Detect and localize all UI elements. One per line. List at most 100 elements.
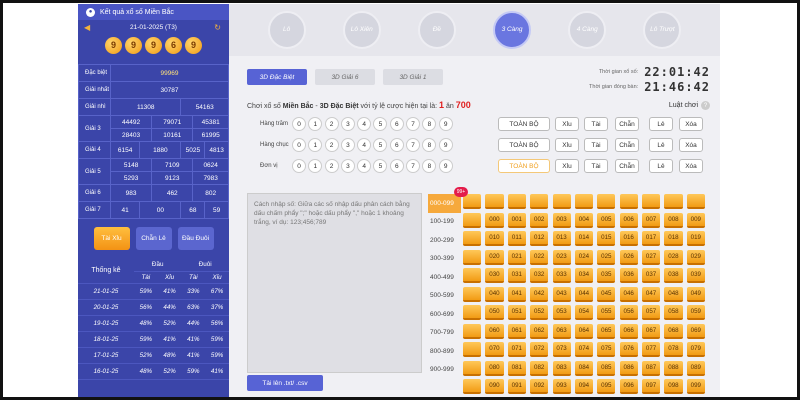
digit-button[interactable]: 5 (373, 159, 388, 173)
number-cell[interactable] (574, 194, 594, 209)
digit-button[interactable]: 9 (438, 138, 453, 152)
digit-button[interactable]: 7 (406, 159, 421, 173)
tab-3d-dac-biet[interactable]: 3D Đặc Biệt (247, 69, 307, 85)
number-cell[interactable]: 031 (507, 268, 526, 283)
number-cell[interactable]: 040 (485, 286, 504, 302)
digit-button[interactable]: 9 (438, 117, 453, 131)
number-cell[interactable]: 044 (574, 286, 594, 302)
tab-dau-duoi[interactable]: Đầu Đuôi (177, 227, 214, 250)
number-cell[interactable]: 082 (530, 360, 549, 376)
filter-tai-button[interactable]: Tài (584, 117, 608, 131)
number-cell[interactable]: 081 (507, 360, 526, 376)
number-cell[interactable] (507, 194, 526, 209)
number-cell[interactable]: 092 (530, 379, 549, 394)
digit-button[interactable]: 0 (292, 159, 306, 173)
number-cell[interactable]: 004 (574, 212, 594, 228)
digit-button[interactable]: 3 (340, 138, 355, 152)
digit-button[interactable]: 4 (357, 117, 372, 131)
number-cell[interactable] (619, 194, 638, 209)
filter-tai-button[interactable]: Tài (584, 138, 608, 152)
digit-button[interactable]: 1 (308, 159, 323, 173)
number-cell[interactable]: 060 (485, 323, 504, 339)
number-cell[interactable]: 001 (507, 212, 526, 228)
upload-file-button[interactable]: Tải lên .txt/ .csv (247, 375, 323, 391)
range-item[interactable]: 600-699 (428, 305, 461, 324)
range-item[interactable]: 400-499 (428, 268, 461, 287)
number-cell[interactable]: 084 (574, 360, 594, 376)
tab-chan-le[interactable]: Chẵn Lẻ (135, 227, 172, 250)
number-cell[interactable]: 090 (485, 379, 504, 394)
number-cell[interactable]: 022 (530, 249, 549, 265)
number-cell[interactable]: 036 (619, 268, 638, 283)
number-cell[interactable]: 076 (619, 342, 638, 357)
number-cell[interactable]: 020 (485, 249, 504, 265)
number-cell[interactable]: 097 (642, 379, 661, 394)
number-cell[interactable] (463, 342, 482, 357)
number-cell[interactable]: 017 (642, 231, 661, 246)
number-cell[interactable]: 032 (530, 268, 549, 283)
digit-button[interactable]: 7 (406, 117, 421, 131)
number-cell[interactable]: 035 (597, 268, 616, 283)
number-cell[interactable]: 055 (597, 305, 616, 320)
number-cell[interactable]: 000 (485, 212, 504, 228)
number-cell[interactable]: 053 (552, 305, 571, 320)
nav-lo-xien[interactable]: Lô Xiên (342, 11, 381, 49)
number-cell[interactable]: 075 (597, 342, 616, 357)
number-cell[interactable]: 054 (574, 305, 594, 320)
number-cell[interactable] (642, 194, 661, 209)
number-cell[interactable]: 064 (574, 323, 594, 339)
digit-button[interactable]: 4 (357, 159, 372, 173)
filter-le-button[interactable]: Lẻ (649, 159, 673, 173)
filter-le-button[interactable]: Lẻ (649, 138, 673, 152)
number-cell[interactable] (597, 194, 616, 209)
filter-xiu-button[interactable]: Xỉu (555, 138, 579, 152)
number-cell[interactable]: 033 (552, 268, 571, 283)
number-cell[interactable]: 041 (507, 286, 526, 302)
number-cell[interactable]: 085 (597, 360, 616, 376)
number-cell[interactable]: 089 (686, 360, 705, 376)
number-cell[interactable]: 051 (507, 305, 526, 320)
number-cell[interactable]: 068 (664, 323, 683, 339)
filter-xiu-button[interactable]: Xỉu (555, 159, 579, 173)
number-cell[interactable]: 018 (664, 231, 683, 246)
number-cell[interactable]: 046 (619, 286, 638, 302)
number-cell[interactable]: 077 (642, 342, 661, 357)
number-cell[interactable]: 026 (619, 249, 638, 265)
digit-button[interactable]: 3 (340, 159, 355, 173)
filter-chan-button[interactable]: Chẵn (615, 138, 639, 152)
range-item[interactable]: 500-599 (428, 287, 461, 306)
number-cell[interactable]: 010 (485, 231, 504, 246)
digit-button[interactable]: 1 (308, 138, 323, 152)
number-cell[interactable]: 006 (619, 212, 638, 228)
digit-button[interactable]: 7 (406, 138, 421, 152)
range-item[interactable]: 000-099 (428, 194, 461, 213)
filter-clear-button[interactable]: Xóa (679, 159, 703, 173)
number-cell[interactable]: 057 (642, 305, 661, 320)
number-cell[interactable]: 066 (619, 323, 638, 339)
number-cell[interactable]: 012 (530, 231, 549, 246)
number-cell[interactable]: 013 (552, 231, 571, 246)
digit-button[interactable]: 6 (389, 117, 404, 131)
number-cell[interactable] (463, 286, 482, 302)
filter-tai-button[interactable]: Tài (584, 159, 608, 173)
speaker-icon[interactable]: ◀ (84, 23, 90, 32)
nav-de[interactable]: Đề (417, 11, 456, 49)
digit-button[interactable]: 8 (422, 117, 437, 131)
number-cell[interactable]: 047 (642, 286, 661, 302)
range-item[interactable]: 100-199 (428, 213, 461, 232)
digit-button[interactable]: 0 (292, 138, 306, 152)
range-item[interactable]: 800-899 (428, 342, 461, 361)
nav-3-cang[interactable]: 3 Càng (493, 11, 532, 49)
filter-chan-button[interactable]: Chẵn (615, 117, 639, 131)
number-cell[interactable] (463, 323, 482, 339)
filter-clear-button[interactable]: Xóa (679, 117, 703, 131)
number-cell[interactable]: 062 (530, 323, 549, 339)
number-cell[interactable]: 074 (574, 342, 594, 357)
number-cell[interactable]: 023 (552, 249, 571, 265)
number-cell[interactable]: 086 (619, 360, 638, 376)
number-cell[interactable]: 080 (485, 360, 504, 376)
filter-all-button[interactable]: TOÀN BỘ (498, 159, 550, 173)
number-cell[interactable]: 099 (686, 379, 705, 394)
number-cell[interactable]: 034 (574, 268, 594, 283)
number-cell[interactable]: 009 (686, 212, 705, 228)
